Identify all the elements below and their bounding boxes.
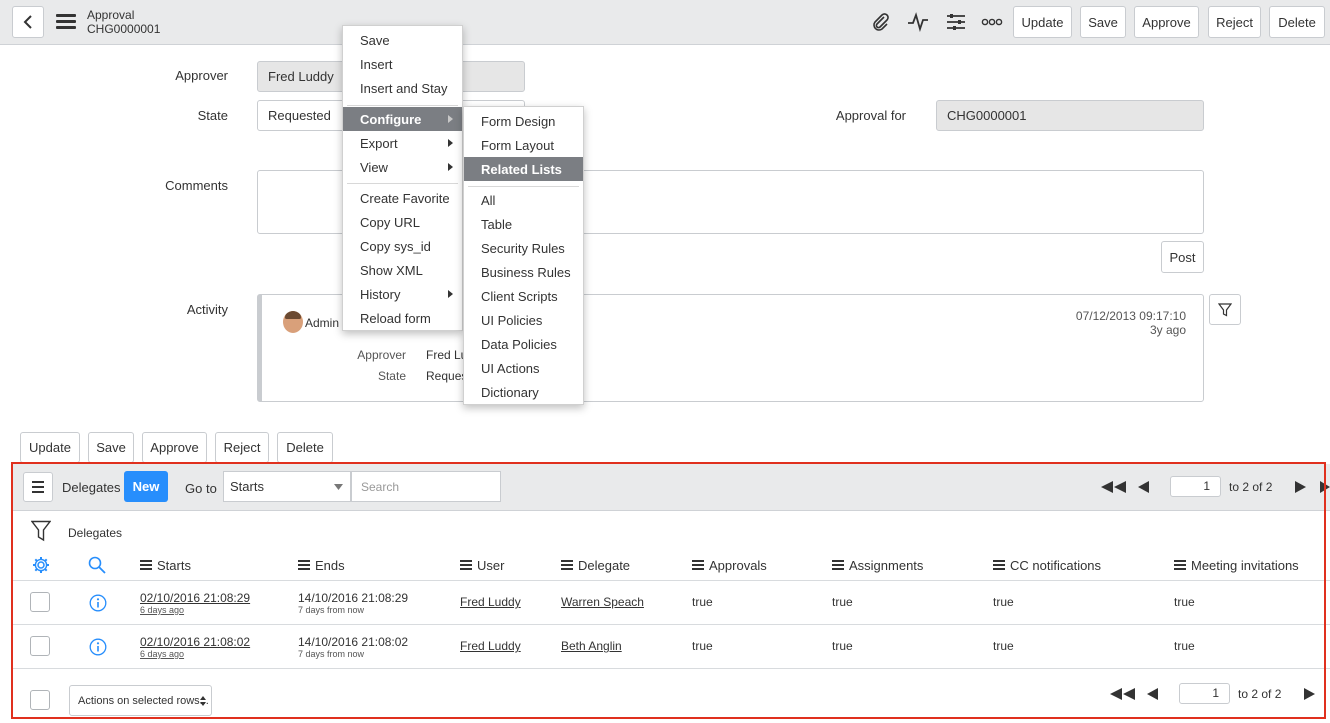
menu-item-insert[interactable]: Insert	[343, 52, 462, 76]
submenu-arrow-icon	[448, 115, 453, 123]
activity-label: Activity	[186, 302, 228, 317]
state-label: State	[197, 108, 228, 123]
submenu-arrow-icon	[448, 290, 453, 298]
reject-button[interactable]: Reject	[1208, 6, 1261, 38]
delete-button[interactable]: Delete	[277, 432, 333, 463]
update-button[interactable]: Update	[20, 432, 80, 463]
update-button[interactable]: Update	[1013, 6, 1072, 38]
avatar	[283, 311, 303, 333]
submenu-item-ui-actions[interactable]: UI Actions	[464, 356, 583, 380]
menu-item-insert-and-stay[interactable]: Insert and Stay	[343, 76, 462, 100]
comments-label: Comments	[165, 178, 228, 193]
submenu-item-related-lists[interactable]: Related Lists	[464, 157, 583, 181]
personalize-form-icon[interactable]	[944, 10, 968, 34]
menu-item-show-xml[interactable]: Show XML	[343, 258, 462, 282]
chevron-left-icon	[23, 15, 32, 29]
configure-submenu: Form Design Form Layout Related Lists Al…	[463, 106, 584, 405]
menu-item-copy-url[interactable]: Copy URL	[343, 210, 462, 234]
activity-filter-button[interactable]	[1209, 294, 1241, 325]
record-title: Approval CHG0000001	[87, 8, 160, 36]
approver-label: Approver	[175, 68, 228, 83]
activity-user: Admin	[305, 316, 340, 330]
filter-icon	[1218, 302, 1232, 316]
approve-button[interactable]: Approve	[142, 432, 207, 463]
submenu-item-form-layout[interactable]: Form Layout	[464, 133, 583, 157]
menu-item-history[interactable]: History	[343, 282, 462, 306]
context-menu-icon[interactable]	[56, 14, 76, 30]
submenu-item-security-rules[interactable]: Security Rules	[464, 236, 583, 260]
menu-item-view[interactable]: View	[343, 155, 462, 179]
submenu-arrow-icon	[448, 139, 453, 147]
activity-relative-time: 3y ago	[1149, 323, 1186, 337]
approval-for-field[interactable]: CHG0000001	[936, 100, 1204, 131]
submenu-item-ui-policies[interactable]: UI Policies	[464, 308, 583, 332]
menu-separator	[468, 186, 579, 187]
back-button[interactable]	[12, 6, 44, 38]
save-button[interactable]: Save	[1080, 6, 1126, 38]
record-type: Approval	[87, 8, 135, 22]
activity-field-value: Fred Lu	[426, 348, 468, 362]
submenu-item-all[interactable]: All	[464, 188, 583, 212]
menu-item-create-favorite[interactable]: Create Favorite	[343, 186, 462, 210]
submenu-item-table[interactable]: Table	[464, 212, 583, 236]
activity-field-value: Reques	[426, 369, 468, 383]
record-number: CHG0000001	[87, 22, 161, 36]
menu-item-save[interactable]: Save	[343, 28, 462, 52]
context-menu: Save Insert Insert and Stay Configure Ex…	[342, 25, 463, 331]
paperclip-icon[interactable]	[869, 10, 893, 34]
menu-separator	[347, 183, 458, 184]
form-header: Approval CHG0000001 Update Save Approve …	[0, 0, 1330, 45]
submenu-item-form-design[interactable]: Form Design	[464, 109, 583, 133]
menu-item-export[interactable]: Export	[343, 131, 462, 155]
approval-for-label: Approval for	[835, 108, 906, 123]
submenu-item-dictionary[interactable]: Dictionary	[464, 380, 583, 404]
approve-button[interactable]: Approve	[1134, 6, 1199, 38]
activity-field-label: Approver	[357, 348, 406, 362]
activity-field-label: State	[377, 369, 406, 383]
submenu-item-data-policies[interactable]: Data Policies	[464, 332, 583, 356]
submenu-arrow-icon	[448, 163, 453, 171]
post-button[interactable]: Post	[1161, 241, 1204, 273]
submenu-item-business-rules[interactable]: Business Rules	[464, 260, 583, 284]
save-button[interactable]: Save	[88, 432, 134, 463]
related-list-highlight-outline	[11, 462, 1326, 719]
activity-stream-icon[interactable]	[906, 10, 930, 34]
menu-separator	[347, 105, 458, 106]
menu-item-configure[interactable]: Configure	[343, 107, 462, 131]
reject-button[interactable]: Reject	[215, 432, 269, 463]
menu-item-copy-sys-id[interactable]: Copy sys_id	[343, 234, 462, 258]
menu-item-reload-form[interactable]: Reload form	[343, 306, 462, 330]
activity-timestamp: 07/12/2013 09:17:10 3y ago	[1075, 309, 1186, 337]
delete-button[interactable]: Delete	[1269, 6, 1325, 38]
submenu-item-client-scripts[interactable]: Client Scripts	[464, 284, 583, 308]
more-options-icon[interactable]	[980, 10, 1004, 34]
